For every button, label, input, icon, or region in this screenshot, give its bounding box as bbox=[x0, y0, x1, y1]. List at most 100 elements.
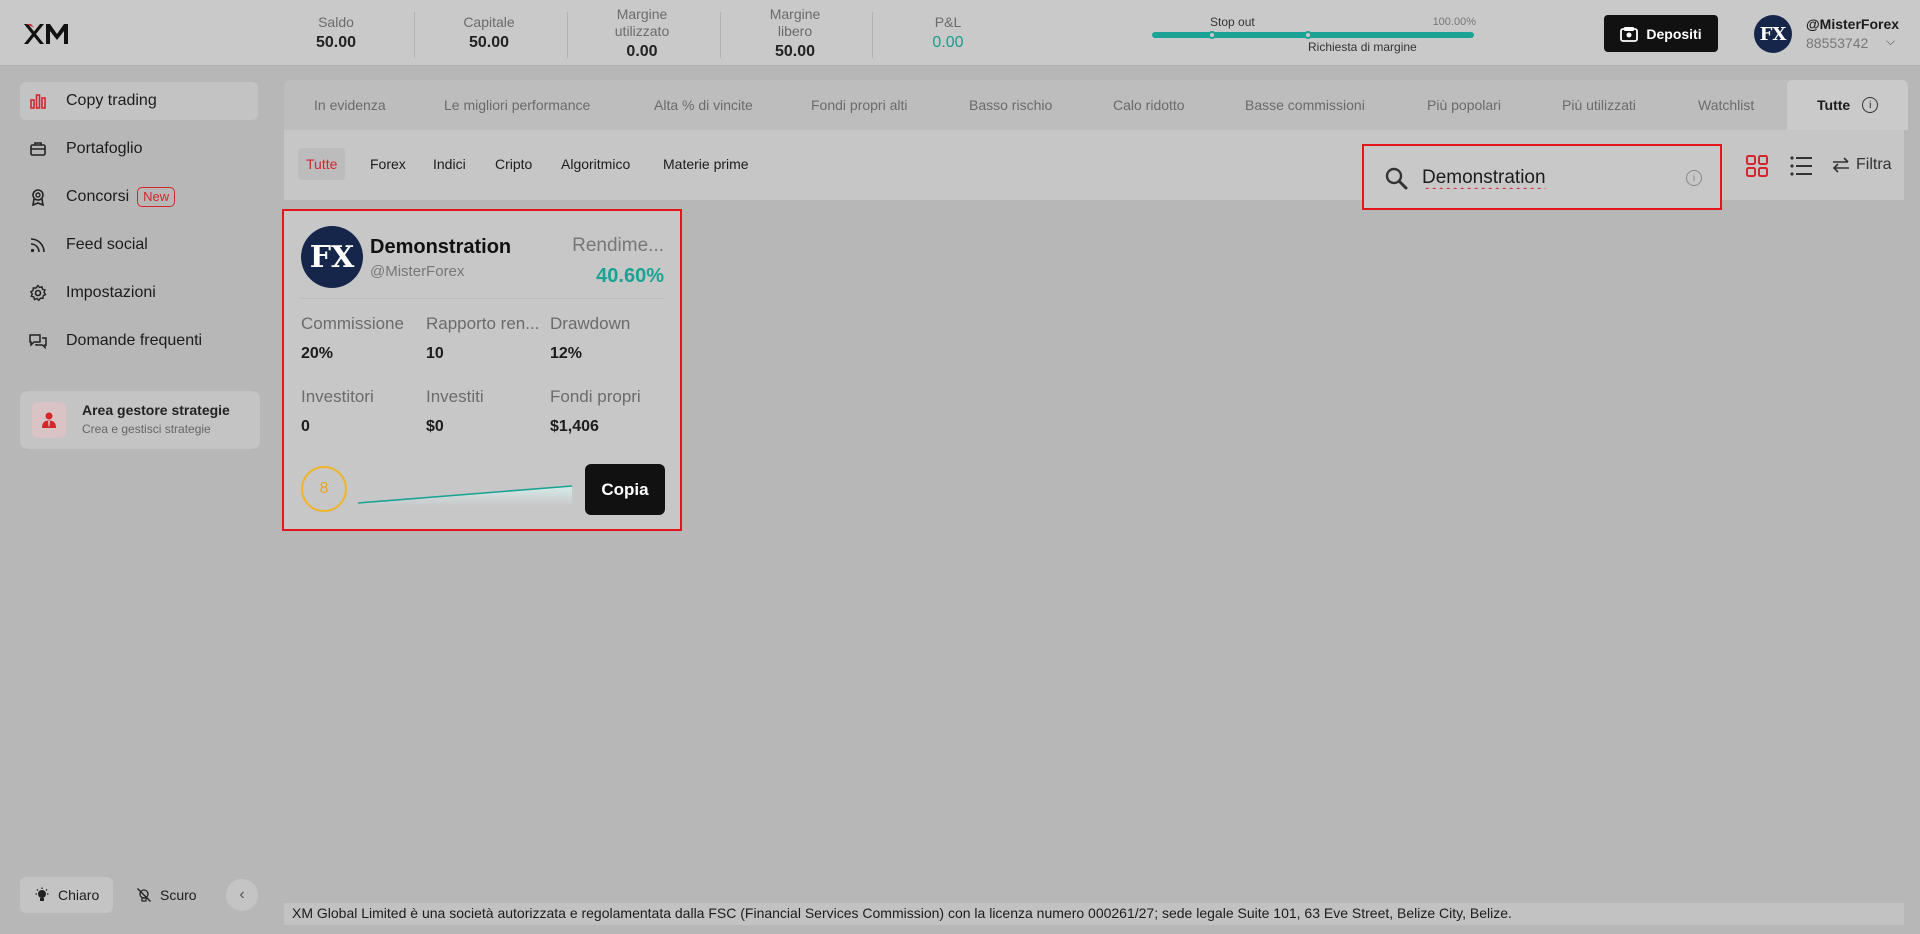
wallet-icon bbox=[1620, 26, 1639, 42]
sidebar-item-label: Copy trading bbox=[66, 92, 157, 109]
metric-value: $1,406 bbox=[550, 418, 599, 435]
tab-tutte[interactable]: Tutte i bbox=[1787, 80, 1909, 130]
sidebar-item-domande-frequenti[interactable]: Domande frequenti bbox=[20, 322, 258, 360]
dark-theme-button[interactable]: Scuro bbox=[122, 877, 211, 913]
search-box: i bbox=[1362, 144, 1722, 210]
metric-value: 20% bbox=[301, 345, 334, 362]
tab-piu-popolari[interactable]: Più popolari bbox=[1427, 80, 1501, 130]
stat-value: 50.00 bbox=[774, 42, 816, 60]
copy-button[interactable]: Copia bbox=[585, 464, 665, 515]
return-value: 40.60% bbox=[596, 265, 664, 287]
filter-indici[interactable]: Indici bbox=[425, 148, 474, 180]
tab-watchlist[interactable]: Watchlist bbox=[1698, 80, 1754, 130]
margin-percent: 100.00% bbox=[1432, 16, 1476, 28]
strategy-title: Area gestore strategie bbox=[82, 402, 230, 418]
sidebar-item-label: Portafoglio bbox=[66, 140, 143, 157]
risk-score: 8 bbox=[301, 466, 347, 512]
filter-materie-prime[interactable]: Materie prime bbox=[655, 148, 757, 180]
avatar: FX bbox=[1754, 15, 1792, 53]
grid-view-icon[interactable] bbox=[1744, 154, 1770, 178]
tab-piu-utilizzati[interactable]: Più utilizzati bbox=[1562, 80, 1636, 130]
stat-label: Margine utilizzato bbox=[614, 5, 670, 39]
briefcase-icon bbox=[28, 139, 48, 159]
strategy-name: Demonstration bbox=[370, 236, 512, 258]
margin-marker bbox=[1304, 31, 1312, 39]
stat-saldo: Saldo 50.00 bbox=[260, 0, 412, 66]
stat-value: 0.00 bbox=[932, 34, 964, 51]
tab-basso-rischio[interactable]: Basso rischio bbox=[969, 80, 1052, 130]
margin-requirement-label: Richiesta di margine bbox=[1308, 40, 1417, 54]
strategy-card[interactable]: FX Demonstration @MisterForex Rendime...… bbox=[282, 209, 682, 531]
metric-label: Investiti bbox=[426, 387, 484, 406]
stat-value: 50.00 bbox=[468, 34, 510, 51]
divider bbox=[301, 298, 664, 299]
performance-sparkline bbox=[357, 485, 573, 506]
stat-label: Capitale bbox=[463, 14, 515, 30]
tab-alta-vincite[interactable]: Alta % di vincite bbox=[654, 80, 753, 130]
metric-label: Investitori bbox=[301, 387, 374, 406]
metric-value: $0 bbox=[426, 418, 444, 435]
sidebar-item-label: Feed social bbox=[66, 236, 148, 253]
lightbulb-off-icon bbox=[137, 888, 151, 902]
metric-label: Rapporto ren... bbox=[426, 314, 540, 333]
metric-label: Commissione bbox=[301, 314, 404, 333]
new-badge: New bbox=[137, 187, 176, 207]
tab-label: Tutte bbox=[1817, 97, 1851, 113]
collapse-sidebar-button[interactable]: ‹ bbox=[226, 879, 258, 911]
stat-capitale: Capitale 50.00 bbox=[413, 0, 565, 66]
light-theme-button[interactable]: Chiaro bbox=[20, 877, 114, 913]
chevron-down-icon: ⌵ bbox=[1886, 34, 1896, 48]
sidebar-item-impostazioni[interactable]: Impostazioni bbox=[20, 274, 258, 312]
stop-out-marker bbox=[1208, 31, 1216, 39]
list-view-icon[interactable] bbox=[1788, 154, 1814, 178]
light-theme-label: Chiaro bbox=[58, 887, 100, 903]
sidebar-item-feed-social[interactable]: Feed social bbox=[20, 226, 258, 264]
strategy-manager-link[interactable]: Area gestore strategie Crea e gestisci s… bbox=[20, 391, 260, 449]
info-icon[interactable]: i bbox=[1686, 170, 1702, 186]
feed-icon bbox=[28, 235, 48, 255]
margin-level-bar: Stop out 100.00% Richiesta di margine bbox=[1152, 12, 1476, 56]
metric-label: Drawdown bbox=[550, 314, 631, 333]
sidebar-item-concorsi[interactable]: Concorsi New bbox=[20, 178, 258, 216]
info-icon: i bbox=[1862, 97, 1879, 113]
stat-label: Margine libero bbox=[769, 5, 821, 39]
xm-logo[interactable] bbox=[22, 22, 74, 46]
search-icon bbox=[1385, 167, 1408, 190]
legal-footer: XM Global Limited è una società autorizz… bbox=[284, 903, 1904, 925]
avatar: FX bbox=[301, 226, 363, 288]
filter-label: Filtra bbox=[1856, 156, 1892, 173]
stat-value: 0.00 bbox=[626, 42, 658, 60]
filter-cripto[interactable]: Cripto bbox=[487, 148, 540, 180]
lightbulb-icon bbox=[35, 887, 49, 901]
search-input[interactable] bbox=[1422, 162, 1672, 194]
swap-icon bbox=[1832, 157, 1849, 173]
sidebar-item-portafoglio[interactable]: Portafoglio bbox=[20, 130, 258, 168]
metric-value: 12% bbox=[550, 345, 583, 362]
filter-forex[interactable]: Forex bbox=[362, 148, 414, 180]
sidebar-item-label: Domande frequenti bbox=[66, 332, 203, 349]
tab-migliori-performance[interactable]: Le migliori performance bbox=[444, 80, 590, 130]
tab-in-evidenza[interactable]: In evidenza bbox=[314, 80, 386, 130]
stat-value: 50.00 bbox=[315, 34, 357, 51]
margin-track bbox=[1152, 32, 1474, 38]
filter-algoritmico[interactable]: Algoritmico bbox=[553, 148, 638, 180]
tab-basse-commissioni[interactable]: Basse commissioni bbox=[1245, 80, 1365, 130]
tab-fondi-propri-alti[interactable]: Fondi propri alti bbox=[811, 80, 908, 130]
filter-button[interactable]: Filtra bbox=[1832, 156, 1892, 174]
chat-icon bbox=[28, 331, 48, 351]
stat-label: P&L bbox=[934, 14, 962, 30]
chevron-left-icon: ‹ bbox=[239, 886, 245, 903]
stat-margine-utilizzato: Margine utilizzato 0.00 bbox=[566, 0, 718, 66]
gear-icon bbox=[28, 283, 48, 303]
sidebar-item-copy-trading[interactable]: Copy trading bbox=[20, 82, 258, 120]
filter-tutte[interactable]: Tutte bbox=[298, 148, 346, 180]
metric-value: 10 bbox=[426, 345, 444, 362]
medal-icon bbox=[28, 187, 48, 207]
strategy-subtitle: Crea e gestisci strategie bbox=[82, 422, 211, 436]
stat-pl: P&L 0.00 bbox=[872, 0, 1024, 66]
user-menu[interactable]: FX @MisterForex 88553742 ⌵ bbox=[1754, 14, 1904, 54]
stat-label: Saldo bbox=[318, 14, 354, 30]
deposit-button[interactable]: Depositi bbox=[1604, 15, 1718, 52]
metric-label: Fondi propri bbox=[550, 387, 641, 406]
tab-calo-ridotto[interactable]: Calo ridotto bbox=[1113, 80, 1185, 130]
